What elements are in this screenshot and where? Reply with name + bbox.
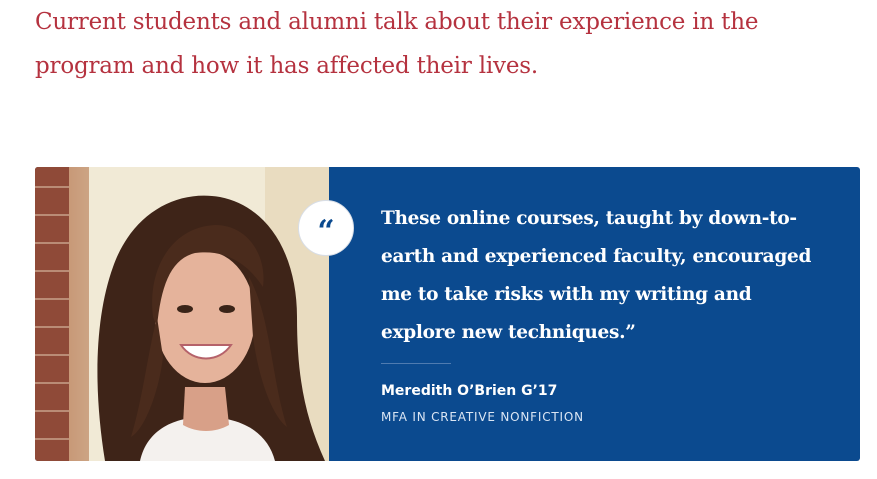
testimonial-author: Meredith O’Brien G’17	[381, 383, 558, 399]
testimonial-card: “ These online courses, taught by down-t…	[35, 167, 860, 461]
divider	[381, 363, 451, 364]
intro-text: Current students and alumni talk about t…	[35, 9, 759, 79]
testimonial-photo	[35, 167, 329, 461]
testimonial-quote: These online courses, taught by down-to-…	[381, 208, 812, 343]
quote-mark-icon: “	[298, 200, 354, 256]
testimonial-program: MFA IN CREATIVE NONFICTION	[381, 410, 584, 424]
portrait-image	[35, 167, 329, 461]
